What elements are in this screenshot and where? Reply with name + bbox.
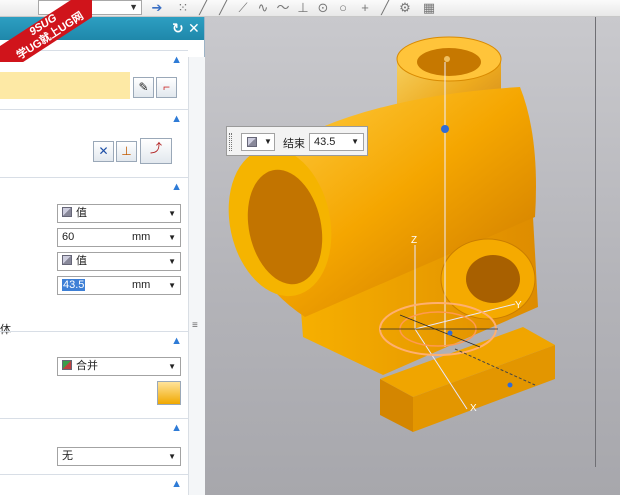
circle-icon[interactable]: ○ — [336, 1, 350, 15]
end-distance-value: 43.5 — [62, 279, 86, 291]
section-header-direction[interactable]: ▲ — [0, 109, 188, 129]
collapse-icon[interactable]: ▲ — [171, 54, 182, 66]
collapse-icon[interactable]: ▲ — [171, 113, 182, 125]
start-distance-input[interactable]: 60 mm ▼ — [57, 228, 181, 247]
chevron-down-icon: ▼ — [168, 452, 176, 461]
reverse-direction-button[interactable]: ✕ — [93, 141, 114, 162]
start-type-combo[interactable]: 值 ▼ — [57, 204, 181, 223]
chevron-down-icon: ▼ — [129, 2, 138, 12]
dialog-scroll-strip[interactable]: ≡ — [188, 57, 205, 495]
line-icon[interactable]: ╱ — [196, 1, 210, 15]
section-header-limits[interactable]: ▲ — [0, 177, 188, 197]
collapse-icon[interactable]: ▲ — [171, 478, 182, 490]
watermark-logo: 9SUG 学UG就上UG网 — [0, 0, 92, 62]
start-distance-unit: mm — [132, 231, 151, 243]
viewport-divider — [595, 17, 596, 467]
grid-icon[interactable]: ▦ — [422, 1, 436, 15]
floating-end-distance: ▼ 结束 43.5 ▼ — [226, 126, 368, 156]
chevron-down-icon: ▼ — [168, 209, 176, 218]
extrude-end-point — [444, 56, 450, 62]
inferred-vector-button[interactable]: ⤴ — [140, 138, 172, 164]
draft-label: 无 — [62, 450, 73, 462]
value-type-icon — [62, 207, 72, 217]
line-icon[interactable]: ╱ — [378, 1, 392, 15]
select-body-button[interactable] — [157, 381, 181, 405]
close-icon[interactable]: ✕ — [188, 20, 200, 37]
snap-point — [447, 330, 453, 336]
collapse-icon[interactable]: ▲ — [171, 335, 182, 347]
section-header-offset[interactable]: ▲ — [0, 474, 188, 494]
arrow-right-icon[interactable]: ➔ — [150, 1, 164, 15]
section-header-boolean[interactable]: ▲ — [0, 331, 188, 351]
boolean-label: 合并 — [76, 360, 98, 372]
splitter-grip-icon[interactable]: ≡ — [192, 320, 198, 331]
watermark-line-2: 学UG就上UG网 — [14, 10, 86, 62]
chevron-down-icon: ▼ — [168, 281, 176, 290]
value-type-combo[interactable]: ▼ — [241, 133, 275, 151]
spline-icon[interactable]: 〜 — [276, 1, 290, 15]
boolean-combo[interactable]: 合并 ▼ — [57, 357, 181, 376]
upper-boss-hole — [417, 48, 481, 76]
reset-icon[interactable]: ↻ — [172, 20, 184, 37]
chevron-down-icon: ▼ — [168, 257, 176, 266]
sketch-section-button[interactable]: ✎ — [133, 77, 154, 98]
drag-handle-icon[interactable] — [229, 133, 232, 151]
value-type-icon — [62, 255, 72, 265]
snap-icon[interactable]: ⚙ — [398, 1, 412, 15]
graphics-viewport[interactable]: Z Y X ▼ 结束 43.5 ▼ — [205, 17, 620, 495]
end-type-label: 值 — [76, 255, 87, 267]
draft-combo[interactable]: 无 ▼ — [57, 447, 181, 466]
z-axis-label: Z — [411, 235, 417, 246]
floating-end-value: 43.5 — [314, 136, 336, 148]
circle-icon[interactable]: ⊙ — [316, 1, 330, 15]
end-distance-unit: mm — [132, 279, 151, 291]
end-distance-input[interactable]: 43.5 mm ▼ — [57, 276, 181, 295]
select-curve-button[interactable]: ⌐ — [156, 77, 177, 98]
extrude-dialog: ↻ ✕ ▲ ✎ ⌐ ▲ ✕ ⊥ ⤴ ▲ 值 ▼ 60 mm ▼ 值 ▼ 43.5 mm ▼ … — [0, 17, 205, 495]
line-icon[interactable]: ╱ — [216, 1, 230, 15]
spline-icon[interactable]: ∿ — [256, 1, 270, 15]
chevron-down-icon: ▼ — [168, 362, 176, 371]
y-axis-label: Y — [515, 300, 522, 311]
x-axis-label: X — [470, 403, 477, 414]
start-distance-value: 60 — [62, 231, 75, 243]
part-model: Z Y X — [228, 36, 555, 432]
extrude-handle — [441, 125, 449, 133]
start-type-label: 值 — [76, 207, 87, 219]
section-selection-field[interactable] — [0, 72, 130, 99]
floating-end-input[interactable]: 43.5 ▼ — [309, 133, 364, 151]
value-type-icon — [247, 137, 257, 147]
plus-icon[interactable]: + — [358, 1, 372, 15]
end-type-combo[interactable]: 值 ▼ — [57, 252, 181, 271]
collapse-icon[interactable]: ▲ — [171, 181, 182, 193]
section-header-draft[interactable]: ▲ — [0, 418, 188, 438]
chevron-down-icon: ▼ — [351, 137, 359, 146]
top-toolbar: ▼ ➔ ⁙ ╱ ╱ ⟋ ∿ 〜 ⊥ ⊙ ○ + ╱ ⚙ ▦ — [0, 0, 620, 17]
unite-icon — [62, 360, 72, 370]
side-boss-hole — [466, 255, 520, 303]
perpendicular-icon[interactable]: ⊥ — [296, 1, 310, 15]
collapse-icon[interactable]: ▲ — [171, 422, 182, 434]
floating-end-label: 结束 — [283, 138, 305, 150]
curve-icon[interactable]: ⟋ — [236, 1, 250, 15]
point-grid-icon[interactable]: ⁙ — [176, 1, 190, 15]
vector-dialog-button[interactable]: ⊥ — [116, 141, 137, 162]
chevron-down-icon: ▼ — [168, 233, 176, 242]
snap-point — [507, 382, 513, 388]
